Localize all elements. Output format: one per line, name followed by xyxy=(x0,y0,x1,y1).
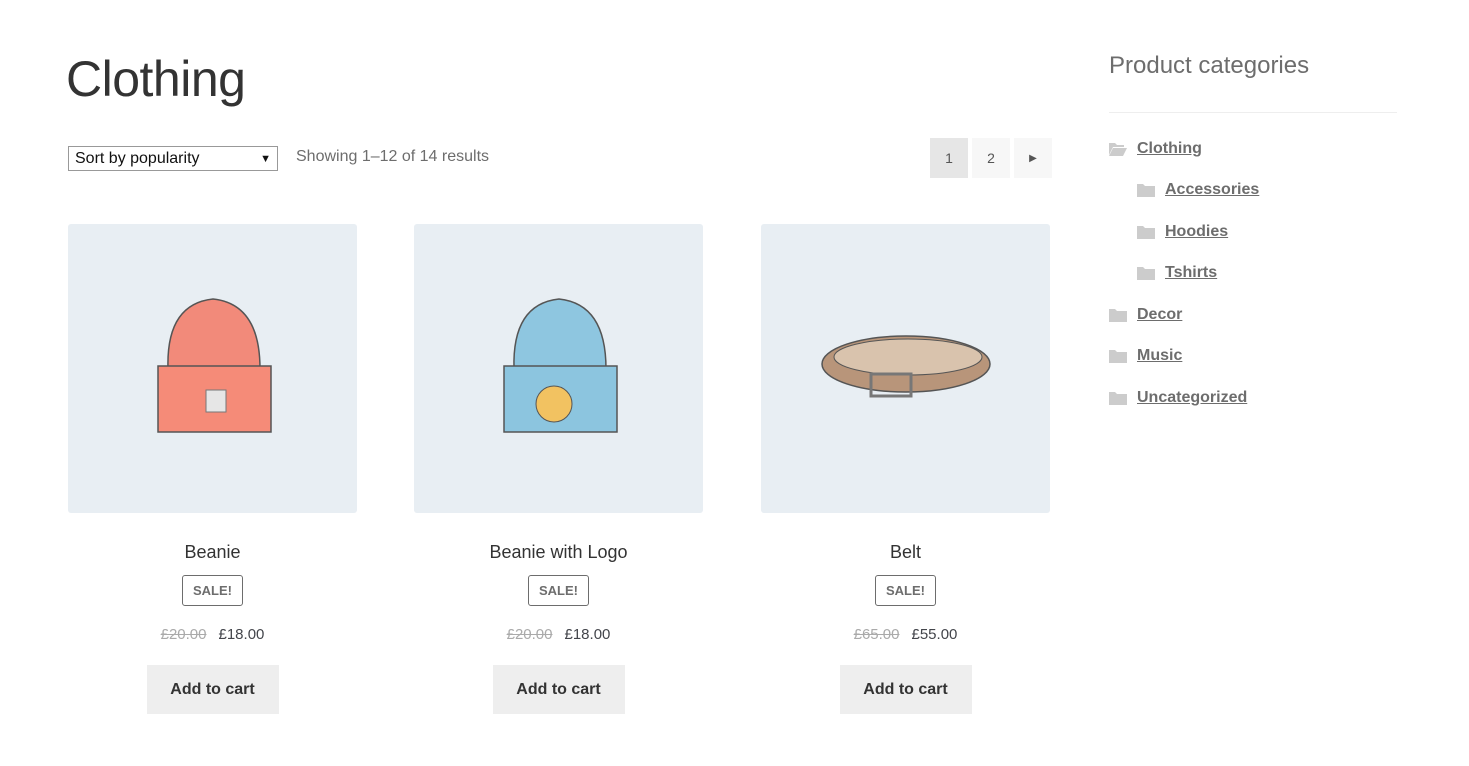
folder-icon xyxy=(1109,350,1127,363)
result-count: Showing 1–12 of 14 results xyxy=(296,148,490,165)
sale-price: £18.00 xyxy=(564,626,611,643)
sale-price: £55.00 xyxy=(911,626,958,643)
triangle-right-icon: ▶ xyxy=(1029,152,1037,164)
category-accessories[interactable]: Accessories xyxy=(1137,181,1259,199)
add-to-cart-button[interactable]: Add to cart xyxy=(839,665,972,714)
belt-image xyxy=(820,334,991,397)
category-label[interactable]: Accessories xyxy=(1165,181,1259,199)
sort-selected-value: Sort by popularity xyxy=(75,149,200,167)
page-2[interactable]: 2 xyxy=(972,138,1010,178)
beanie-with-logo-image xyxy=(502,297,618,433)
product-image[interactable] xyxy=(761,224,1050,513)
product-image[interactable] xyxy=(414,224,703,513)
category-tshirts[interactable]: Tshirts xyxy=(1137,264,1217,282)
page-1: 1 xyxy=(930,138,968,178)
category-hoodies[interactable]: Hoodies xyxy=(1137,223,1228,241)
product-card: Beanie with Logo SALE! £20.00 £18.00 Add … xyxy=(414,224,703,714)
pagination: 1 2 ▶ xyxy=(930,138,1052,178)
category-label[interactable]: Clothing xyxy=(1137,140,1202,158)
folder-open-icon xyxy=(1109,143,1127,156)
page-title: Clothing xyxy=(66,51,246,107)
sale-badge: SALE! xyxy=(182,575,243,606)
old-price: £65.00 xyxy=(853,626,900,643)
sale-price: £18.00 xyxy=(218,626,265,643)
product-card: Beanie SALE! £20.00 £18.00 Add to cart xyxy=(68,224,357,714)
category-label[interactable]: Music xyxy=(1137,347,1182,365)
folder-icon xyxy=(1137,226,1155,239)
old-price: £20.00 xyxy=(506,626,553,643)
product-image[interactable] xyxy=(68,224,357,513)
sort-select[interactable]: Sort by popularity ▼ xyxy=(68,146,278,171)
product-name[interactable]: Belt xyxy=(761,542,1050,563)
sale-badge: SALE! xyxy=(528,575,589,606)
add-to-cart-button[interactable]: Add to cart xyxy=(146,665,279,714)
divider xyxy=(1109,112,1397,113)
category-decor[interactable]: Decor xyxy=(1109,306,1182,324)
folder-icon xyxy=(1137,184,1155,197)
category-label[interactable]: Uncategorized xyxy=(1137,389,1247,407)
folder-icon xyxy=(1109,392,1127,405)
old-price: £20.00 xyxy=(160,626,207,643)
category-clothing[interactable]: Clothing xyxy=(1109,140,1202,158)
dropdown-arrow-icon: ▼ xyxy=(260,152,271,165)
category-label[interactable]: Decor xyxy=(1137,306,1182,324)
add-to-cart-button[interactable]: Add to cart xyxy=(492,665,625,714)
category-uncategorized[interactable]: Uncategorized xyxy=(1109,389,1247,407)
folder-icon xyxy=(1109,309,1127,322)
category-music[interactable]: Music xyxy=(1109,347,1182,365)
next-page-button[interactable]: ▶ xyxy=(1014,138,1052,178)
product-card: Belt SALE! £65.00 £55.00 Add to cart xyxy=(761,224,1050,714)
product-price: £20.00 £18.00 xyxy=(68,626,357,643)
folder-icon xyxy=(1137,267,1155,280)
sidebar-heading: Product categories xyxy=(1109,52,1310,79)
category-label[interactable]: Tshirts xyxy=(1165,264,1217,282)
product-price: £65.00 £55.00 xyxy=(761,626,1050,643)
sale-badge: SALE! xyxy=(875,575,936,606)
beanie-image xyxy=(156,297,272,433)
product-price: £20.00 £18.00 xyxy=(414,626,703,643)
category-label[interactable]: Hoodies xyxy=(1165,223,1228,241)
product-name[interactable]: Beanie with Logo xyxy=(414,542,703,563)
product-name[interactable]: Beanie xyxy=(68,542,357,563)
